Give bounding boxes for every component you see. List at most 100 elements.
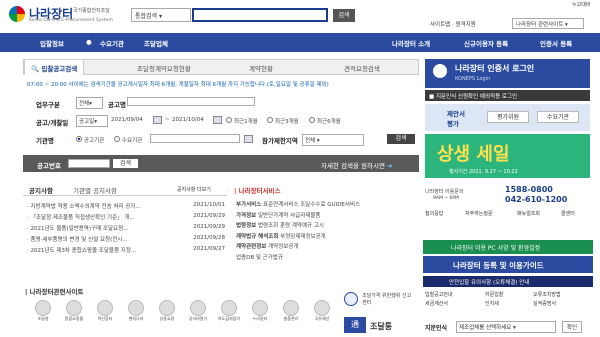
phone-primary: 1588-0800: [505, 185, 553, 194]
jodaltong-banner[interactable]: 通 조달통: [344, 315, 416, 335]
link-stamp-tax[interactable]: 인지세: [485, 300, 499, 307]
pc-check-button[interactable]: 나라장터 이용 PC 사양 및 환경설정: [423, 240, 593, 254]
search-icon[interactable]: [244, 135, 253, 143]
nav-register[interactable]: 신규이용자 등록: [464, 38, 508, 48]
fingerprint-select[interactable]: 제조업체를 선택하세요 ▾: [456, 321, 556, 333]
nav-bid-info[interactable]: 입찰정보: [40, 38, 64, 48]
link-fingerprint[interactable]: 지문입찰: [485, 291, 503, 298]
list-item[interactable]: · 지방계약법 적용 소액수의계약 전송 처리 공지... 2021/10/01: [27, 202, 225, 213]
service-links[interactable]: 법령조회 훈령 계약예규 고시: [258, 223, 324, 229]
top-link[interactable]: 누고대비: [572, 1, 590, 8]
related-site-icon[interactable]: 누리장터: [245, 300, 275, 322]
logo-icon[interactable]: [9, 6, 25, 22]
notice-number-input[interactable]: [68, 159, 110, 168]
radio-3month[interactable]: [267, 117, 273, 123]
related-site-select[interactable]: 나라장터 관련사이트 ▾: [512, 18, 584, 29]
fingerprint-label: 지문인식: [425, 325, 448, 332]
date-to[interactable]: 2021/10/04: [172, 117, 204, 123]
nav-cert[interactable]: 인증서 등록: [540, 38, 572, 48]
login-sub: KONEPS Login: [455, 76, 491, 82]
help-links: 질의응답 자주하는질문 매뉴얼조회 콜센터: [425, 208, 590, 220]
list-item[interactable]: · 2021년도 물품(일반용역)구매 조달요청... 2021/09/29: [27, 224, 225, 235]
radio-6month[interactable]: [309, 117, 315, 123]
service-category: 법령정보: [236, 223, 257, 229]
radio-6month-label: 최근6개월: [317, 119, 341, 125]
cert-login-banner[interactable]: 나라장터 인증서 로그인 KONEPS Login: [425, 59, 590, 88]
proposal-label: 제안서 평가: [447, 110, 465, 128]
tab-bid-search[interactable]: 🔍 입찰공고검색: [24, 59, 85, 75]
list-item[interactable]: · 품명·세부품명의 변경 및 신설 요청(전시... 2021/09/28: [27, 235, 225, 246]
services-list: 부가서비스 표준연계서비스 조달수수료 GUIDE서비스 가격정보 일반단가계약…: [236, 200, 416, 263]
service-links[interactable]: 표준연계서비스 조달수수료 GUIDE서비스: [263, 202, 360, 208]
help-callcenter[interactable]: 콜센터: [561, 210, 575, 217]
related-site-icon[interactable]: 종합쇼핑몰: [59, 300, 89, 322]
notice-number-bar: 공고번호 검색 자세한 검색을 원하시면 ➜: [23, 155, 419, 172]
search-input[interactable]: [192, 8, 328, 22]
link-error-fix[interactable]: 오류조치방법: [533, 291, 561, 298]
related-site-icon[interactable]: 국유재산: [307, 300, 337, 322]
chevron-down-icon: ●: [86, 38, 92, 46]
related-site-icon[interactable]: 벤처나라: [121, 300, 151, 322]
related-title: | 나라장터관련사이트: [25, 288, 84, 296]
related-site-icon[interactable]: 혁신장터: [90, 300, 120, 322]
help-faq[interactable]: 자주하는질문: [465, 210, 493, 217]
calendar-icon[interactable]: [153, 116, 162, 124]
list-item[interactable]: · 2021년도 제3차 종합쇼핑몰 조달물품 지정... 2021/09/27: [27, 246, 225, 257]
phone-secondary: 042-610-1200: [505, 195, 568, 204]
notice-number-label: 공고번호: [37, 162, 61, 170]
help-qa[interactable]: 질의응답: [425, 210, 443, 217]
list-item[interactable]: · 「조달청 제조물품 직접생산확인 기준」 개... 2021/09/29: [27, 213, 225, 224]
date-from[interactable]: 2021/09/04: [111, 117, 143, 123]
nav-supplier[interactable]: 조달업체: [144, 38, 168, 48]
fingerprint-confirm[interactable]: 확인: [562, 321, 582, 333]
region-select[interactable]: 전체 ▾: [302, 134, 364, 146]
service-links[interactable]: 업종DB 및 근거법규: [236, 255, 283, 261]
detail-search-link[interactable]: 자세한 검색을 원하시면 ➜: [321, 160, 392, 170]
related-site-icon[interactable]: 물품관리: [276, 300, 306, 322]
service-links[interactable]: 일반단가계약 사급자재물품: [258, 213, 320, 219]
calendar-icon[interactable]: [213, 116, 222, 124]
search-scope-select[interactable]: 통합검색 ▾: [131, 8, 191, 22]
period-type-select[interactable]: 공고일▾: [76, 115, 108, 127]
link-notice-guide[interactable]: 입찰공고안내: [425, 291, 453, 298]
tab-contract-request[interactable]: 조달청계약요청현황: [137, 63, 191, 73]
help-manual[interactable]: 매뉴얼조회: [517, 210, 540, 217]
demand-agency-button[interactable]: 수요기관: [537, 111, 579, 123]
radio-1month[interactable]: [226, 117, 232, 123]
related-site-icon[interactable]: 하도급지킴이: [214, 300, 244, 322]
radio-notice-agency[interactable]: [76, 136, 82, 142]
notice-name-input[interactable]: [127, 97, 255, 106]
service-links[interactable]: 부정당제재정보공개: [280, 234, 326, 240]
login-title: 나라장터 인증서 로그인: [455, 64, 535, 73]
notices-more-link[interactable]: 공지사항 더보기: [177, 186, 211, 193]
logo-english: Korea ON-line E-Procurement System: [29, 18, 113, 23]
nav-intro[interactable]: 나라장터 소개: [392, 38, 430, 48]
link-tax-invoice[interactable]: 세금계산서: [425, 300, 448, 307]
tab-agency-notices[interactable]: 기관별 공지사항: [73, 185, 117, 195]
safety-notice[interactable]: 안전입찰 유의사항 (오류체결) 안내: [423, 276, 593, 287]
search-button[interactable]: 검색: [333, 9, 355, 22]
agency-input[interactable]: [150, 134, 240, 143]
service-links[interactable]: 계약정보공개: [268, 244, 298, 250]
register-guide-button[interactable]: 나라장터 등록 및 이용가이드: [423, 256, 593, 273]
related-site-icon[interactable]: 공사비원가: [183, 300, 213, 322]
price-report-banner[interactable]: 조달가격 위반행위 신고센터: [344, 290, 414, 308]
tab-quote-search[interactable]: 견적요청검색: [344, 63, 380, 73]
link-performance[interactable]: 실적증명서: [533, 300, 556, 307]
evaluator-button[interactable]: 평가위원: [487, 111, 529, 123]
notice-number-search[interactable]: 검색: [113, 159, 138, 168]
work-select[interactable]: 전체▾: [76, 97, 103, 109]
related-site-icon[interactable]: 조달청: [28, 300, 58, 322]
sale-banner[interactable]: 상생 세일 행사기간 2021. 9.27 ~ 10.22: [425, 134, 590, 178]
news-tabs: 공지사항 기관별 공지사항 공지사항 더보기: [23, 182, 227, 196]
fingerprint-login[interactable]: ■ 지문인식 신원확인 예외적용 로그인: [425, 90, 590, 101]
radio-demand-agency[interactable]: [114, 136, 120, 142]
related-site-icon[interactable]: 상용쇼핑: [152, 300, 182, 322]
form-search-button[interactable]: 검색: [387, 134, 415, 144]
nav-agency[interactable]: 수요기관: [100, 38, 124, 48]
sitemap-link[interactable]: 사이트맵 · 원격지원: [430, 20, 476, 28]
proposal-eval-box: 제안서 평가 평가위원 수요기관: [425, 104, 590, 131]
tab-contract-status[interactable]: 계약현황: [249, 63, 273, 73]
tab-notices[interactable]: 공지사항: [29, 185, 53, 195]
key-icon: [433, 64, 447, 78]
